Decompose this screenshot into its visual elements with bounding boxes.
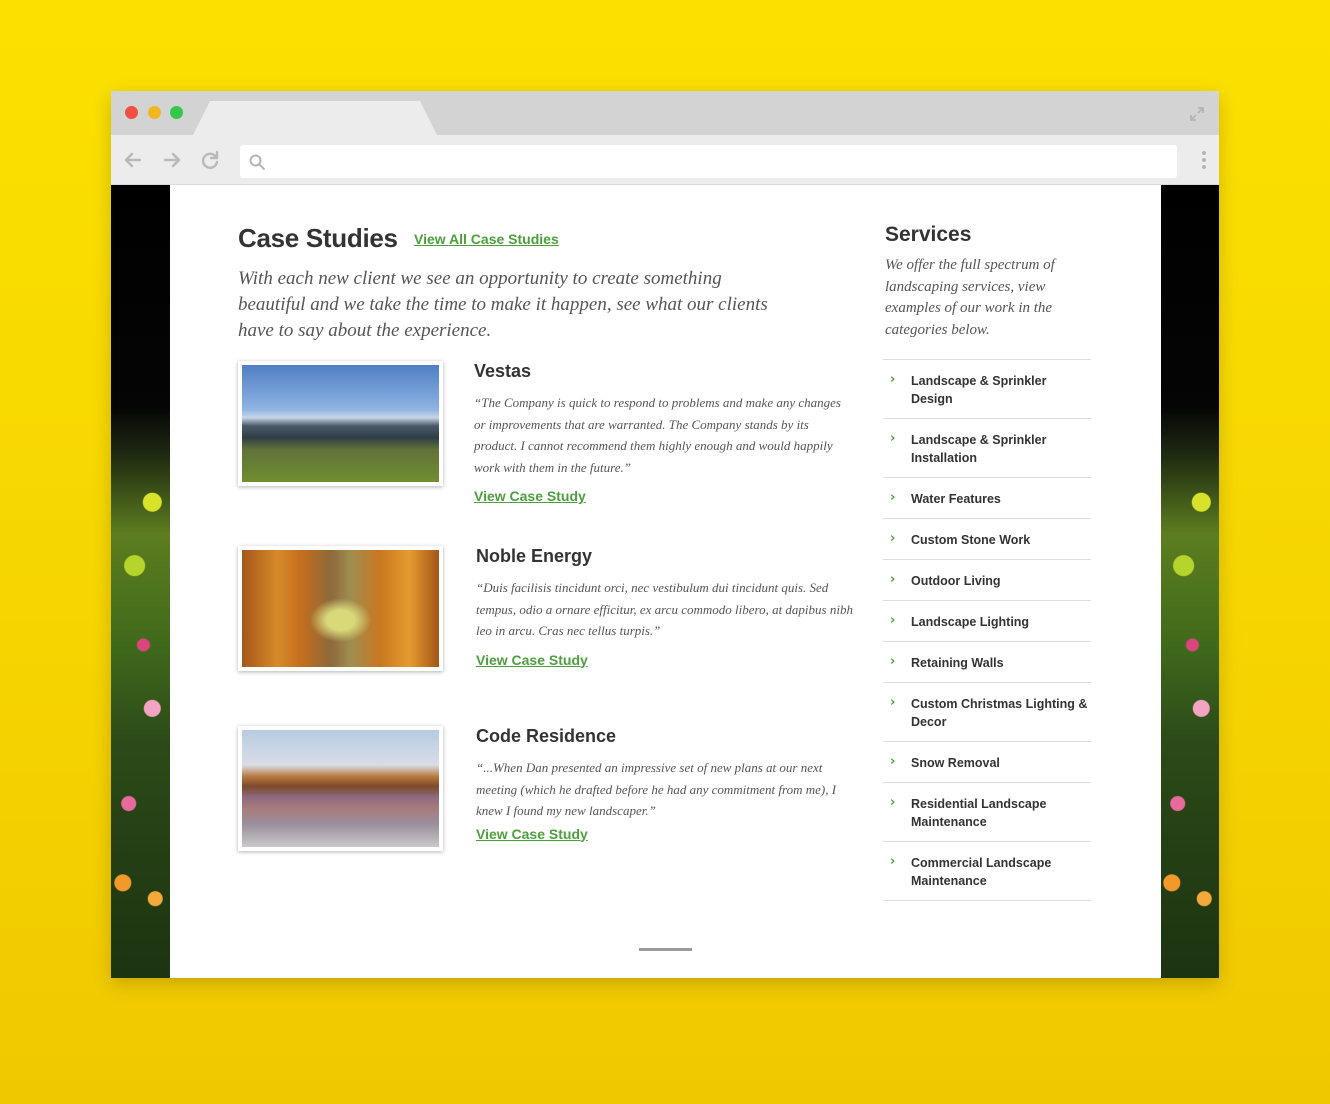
- service-item-custom-christmas-lighting[interactable]: › Custom Christmas Lighting & Decor: [883, 683, 1091, 742]
- chevron-right-icon: ›: [890, 854, 896, 869]
- chevron-right-icon: ›: [890, 490, 896, 505]
- chevron-right-icon: ›: [890, 531, 896, 546]
- minimize-window-button[interactable]: [148, 106, 161, 119]
- service-label: Landscape Lighting: [911, 615, 1030, 629]
- expand-icon[interactable]: [1189, 106, 1205, 122]
- service-item-landscape-lighting[interactable]: › Landscape Lighting: [883, 601, 1091, 642]
- service-item-commercial-maintenance[interactable]: › Commercial Landscape Maintenance: [883, 842, 1091, 901]
- zoom-window-button[interactable]: [170, 106, 183, 119]
- noble-energy-photo: [242, 550, 439, 667]
- chevron-right-icon: ›: [890, 754, 896, 769]
- chevron-right-icon: ›: [890, 695, 896, 710]
- service-label: Water Features: [911, 492, 1001, 506]
- flower-background-image-right: [1160, 185, 1219, 978]
- service-label: Landscape & Sprinkler Installation: [911, 433, 1047, 465]
- case-study-body: Vestas “The Company is quick to respond …: [474, 361, 854, 506]
- service-label: Custom Stone Work: [911, 533, 1031, 547]
- kebab-menu-icon[interactable]: [1201, 151, 1207, 173]
- service-label: Commercial Landscape Maintenance: [911, 856, 1052, 888]
- view-all-case-studies-link[interactable]: View All Case Studies: [414, 231, 559, 247]
- address-bar[interactable]: [240, 145, 1177, 178]
- browser-titlebar: [111, 91, 1219, 135]
- chevron-right-icon: ›: [890, 795, 896, 810]
- flower-background-image-left: [111, 185, 170, 978]
- case-study-title: Vestas: [474, 361, 532, 381]
- service-label: Outdoor Living: [911, 574, 1001, 588]
- service-item-residential-maintenance[interactable]: › Residential Landscape Maintenance: [883, 783, 1091, 842]
- case-study-quote: “Duis facilisis tincidunt orci, nec vest…: [476, 580, 853, 638]
- reload-icon[interactable]: [199, 149, 221, 171]
- service-item-retaining-walls[interactable]: › Retaining Walls: [883, 642, 1091, 683]
- service-item-snow-removal[interactable]: › Snow Removal: [883, 742, 1091, 783]
- case-study-thumbnail[interactable]: [238, 546, 443, 671]
- chevron-right-icon: ›: [890, 572, 896, 587]
- page-viewport: Case Studies View All Case Studies With …: [111, 185, 1219, 978]
- case-studies-intro: With each new client we see an opportuni…: [238, 268, 768, 341]
- case-studies-section: Case Studies View All Case Studies With …: [238, 223, 858, 851]
- arrow-left-icon[interactable]: [122, 149, 144, 171]
- chevron-right-icon: ›: [890, 431, 896, 446]
- services-sidebar: Services We offer the full spectrum of l…: [883, 223, 1091, 901]
- case-study-title: Code Residence: [476, 726, 617, 746]
- service-item-landscape-sprinkler-design[interactable]: › Landscape & Sprinkler Design: [883, 360, 1091, 419]
- close-window-button[interactable]: [125, 106, 138, 119]
- code-residence-photo: [242, 730, 439, 847]
- case-study-quote: “The Company is quick to respond to prob…: [474, 395, 841, 475]
- chevron-right-icon: ›: [890, 372, 896, 387]
- case-study-body: Noble Energy “Duis facilisis tincidunt o…: [476, 546, 856, 670]
- service-item-landscape-sprinkler-installation[interactable]: › Landscape & Sprinkler Installation: [883, 419, 1091, 478]
- service-label: Residential Landscape Maintenance: [911, 797, 1047, 829]
- services-description: We offer the full spectrum of landscapin…: [885, 257, 1055, 338]
- search-icon: [249, 154, 265, 170]
- case-studies-heading: Case Studies: [238, 223, 398, 253]
- service-item-water-features[interactable]: › Water Features: [883, 478, 1091, 519]
- chevron-right-icon: ›: [890, 613, 896, 628]
- service-label: Retaining Walls: [911, 656, 1004, 670]
- content-page: Case Studies View All Case Studies With …: [170, 185, 1161, 978]
- view-case-study-link[interactable]: View Case Study: [476, 826, 588, 842]
- case-study-body: Code Residence “...When Dan presented an…: [476, 726, 856, 844]
- chevron-right-icon: ›: [890, 654, 896, 669]
- service-label: Snow Removal: [911, 756, 1000, 770]
- service-label: Custom Christmas Lighting & Decor: [911, 697, 1088, 729]
- browser-tab[interactable]: [193, 101, 437, 135]
- vestas-building-photo: [242, 365, 439, 482]
- address-input[interactable]: [274, 145, 1164, 178]
- service-item-custom-stone-work[interactable]: › Custom Stone Work: [883, 519, 1091, 560]
- case-study-thumbnail[interactable]: [238, 361, 443, 486]
- arrow-right-icon[interactable]: [161, 149, 183, 171]
- view-case-study-link[interactable]: View Case Study: [476, 652, 588, 668]
- case-study-quote: “...When Dan presented an impressive set…: [476, 760, 837, 818]
- case-study-title: Noble Energy: [476, 546, 593, 566]
- service-item-outdoor-living[interactable]: › Outdoor Living: [883, 560, 1091, 601]
- view-case-study-link[interactable]: View Case Study: [474, 488, 586, 504]
- case-study-thumbnail[interactable]: [238, 726, 443, 851]
- service-label: Landscape & Sprinkler Design: [911, 374, 1047, 406]
- services-list: › Landscape & Sprinkler Design › Landscape…: [883, 359, 1091, 901]
- scroll-indicator[interactable]: [639, 948, 692, 951]
- services-heading: Services: [885, 223, 972, 246]
- browser-toolbar: [111, 135, 1219, 185]
- browser-window: Case Studies View All Case Studies With …: [111, 91, 1219, 978]
